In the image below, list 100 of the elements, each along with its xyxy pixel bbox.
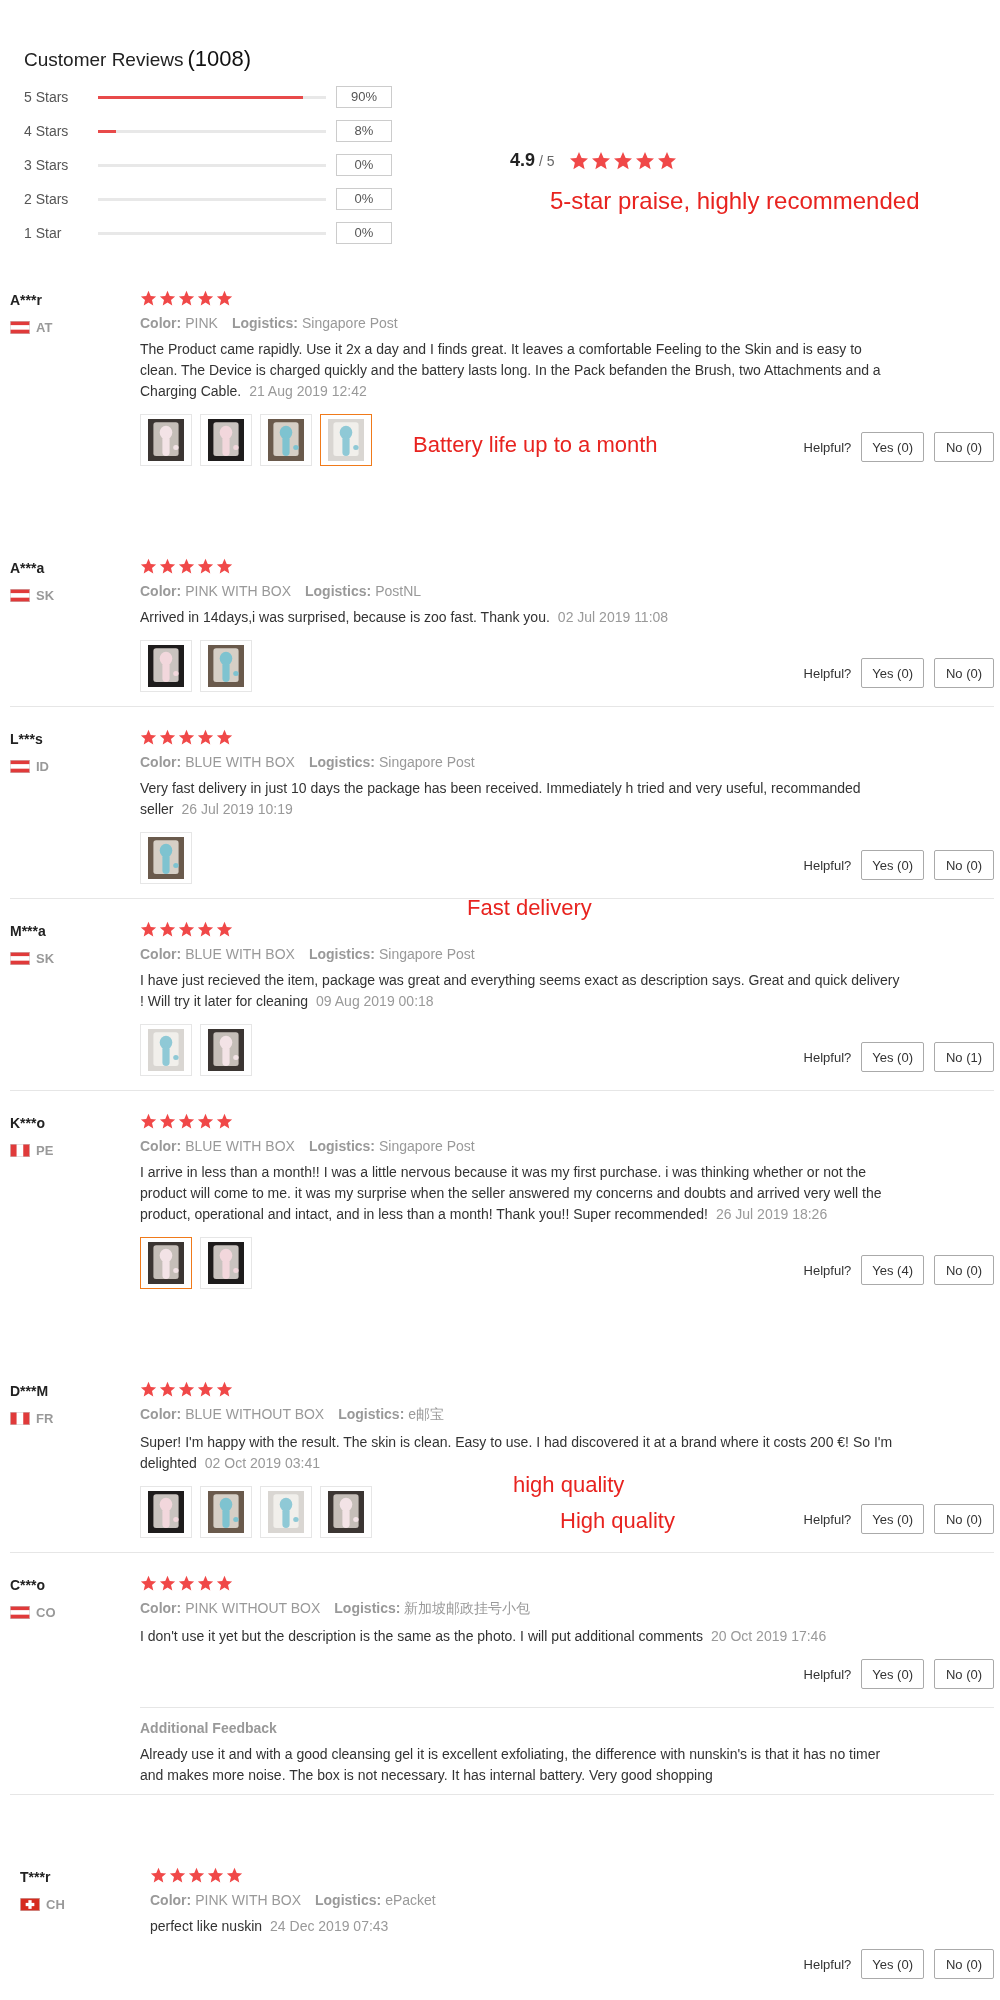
yes-vote-button[interactable]: Yes (0) bbox=[861, 1659, 924, 1689]
annotation-text: high quality bbox=[513, 1472, 625, 1498]
logistics-value: 新加坡邮政挂号小包 bbox=[404, 1600, 531, 1616]
meta-label: Logistics: bbox=[315, 1892, 382, 1908]
color-value: PINK WITH BOX bbox=[195, 1892, 301, 1908]
percent-label: 0% bbox=[336, 154, 392, 176]
no-vote-button[interactable]: No (0) bbox=[934, 1659, 994, 1689]
rating-label: 5 Stars bbox=[24, 89, 70, 105]
annotation-text: 5-star praise, highly recommended bbox=[550, 187, 920, 215]
reviewer-name: C***o bbox=[10, 1577, 46, 1593]
country-code: CH bbox=[46, 1897, 65, 1912]
helpful-label: Helpful? bbox=[803, 1956, 852, 1972]
review-text: Super! I'm happy with the result. The skin is clean. Easy to use. I had discovered it at a brand where it costs 200 €! So I'm delighted 02 Oct 2019 03:41 bbox=[140, 1433, 894, 1473]
review-text: Very fast delivery in just 10 days the package has been received. Immediately h tried and very useful, recommanded seller 26 Jul 2019 10:19 bbox=[140, 779, 862, 819]
country-code: FR bbox=[36, 1411, 54, 1426]
review-text: I have just recieved the item, package was great and everything seems exact as description says. Great and quick delivery ! Will try it later for cleaning 09 Aug 2019 00:18 bbox=[140, 971, 900, 1011]
meta-label: Logistics: bbox=[334, 1600, 401, 1616]
additional-feedback-text: Already use it and with a good cleansing gel it is excellent exfoliating, the difference with nunskin's is that it has no timer and makes more noise. The box is not necessary. It has internal battery. Very good shopping bbox=[140, 1745, 882, 1785]
additional-feedback-title: Additional Feedback bbox=[140, 1720, 278, 1736]
no-vote-button[interactable]: No (0) bbox=[934, 850, 994, 880]
logistics-value: Singapore Post bbox=[379, 754, 475, 770]
logistics-value: Singapore Post bbox=[379, 946, 475, 962]
country-code: SK bbox=[36, 951, 55, 966]
meta-label: Logistics: bbox=[308, 1138, 376, 1154]
country-code: ID bbox=[36, 759, 49, 774]
rating-label: 3 Stars bbox=[24, 157, 70, 173]
review-text: perfect like nuskin 24 Dec 2019 07:43 bbox=[150, 1917, 390, 1936]
no-vote-button[interactable]: No (0) bbox=[934, 1255, 994, 1285]
color-value: BLUE WITHOUT BOX bbox=[185, 1406, 325, 1422]
star-icon bbox=[216, 921, 233, 938]
yes-vote-button[interactable]: Yes (4) bbox=[861, 1255, 924, 1285]
star-icon bbox=[216, 290, 233, 307]
flag-icon bbox=[10, 321, 30, 334]
meta-label: Logistics: bbox=[305, 583, 372, 599]
color-value: PINK bbox=[185, 315, 218, 331]
star-icon bbox=[197, 558, 214, 575]
flag-icon bbox=[10, 1606, 30, 1619]
flag-icon bbox=[10, 1144, 30, 1157]
no-vote-button[interactable]: No (0) bbox=[934, 432, 994, 462]
star-icon bbox=[178, 921, 195, 938]
helpful-label: Helpful? bbox=[803, 665, 852, 681]
meta-label: Color: bbox=[150, 1892, 192, 1908]
star-icon bbox=[159, 1381, 176, 1398]
star-icon bbox=[178, 1113, 195, 1130]
photo-thumbnail[interactable] bbox=[140, 1237, 192, 1289]
country-code: CO bbox=[36, 1605, 56, 1620]
star-icon bbox=[612, 150, 633, 171]
no-vote-button[interactable]: No (0) bbox=[934, 658, 994, 688]
star-icon bbox=[634, 150, 655, 171]
photo-thumbnail[interactable] bbox=[320, 414, 372, 466]
star-icon bbox=[178, 1575, 195, 1592]
star-icon bbox=[188, 1867, 205, 1884]
yes-vote-button[interactable]: Yes (0) bbox=[861, 850, 924, 880]
meta-label: Color: bbox=[140, 583, 182, 599]
star-icon bbox=[159, 1113, 176, 1130]
helpful-label: Helpful? bbox=[803, 1511, 852, 1527]
star-icon bbox=[140, 729, 157, 746]
yes-vote-button[interactable]: Yes (0) bbox=[861, 1949, 924, 1979]
average-score: 4.9 bbox=[510, 150, 536, 171]
no-vote-button[interactable]: No (0) bbox=[934, 1949, 994, 1979]
star-icon bbox=[140, 1575, 157, 1592]
percent-label: 0% bbox=[336, 188, 392, 210]
country-code: PE bbox=[36, 1143, 54, 1158]
yes-vote-button[interactable]: Yes (0) bbox=[861, 432, 924, 462]
yes-vote-button[interactable]: Yes (0) bbox=[861, 1042, 924, 1072]
star-icon bbox=[178, 290, 195, 307]
yes-vote-button[interactable]: Yes (0) bbox=[861, 1504, 924, 1534]
star-icon bbox=[140, 1113, 157, 1130]
star-icon bbox=[197, 1113, 214, 1130]
no-vote-button[interactable]: No (1) bbox=[934, 1042, 994, 1072]
meta-label: Color: bbox=[140, 946, 182, 962]
reviewer-name: M***a bbox=[10, 923, 47, 939]
meta-label: Color: bbox=[140, 754, 182, 770]
no-vote-button[interactable]: No (0) bbox=[934, 1504, 994, 1534]
star-icon bbox=[197, 921, 214, 938]
star-icon bbox=[197, 729, 214, 746]
yes-vote-button[interactable]: Yes (0) bbox=[861, 658, 924, 688]
helpful-label: Helpful? bbox=[803, 1666, 852, 1682]
flag-icon bbox=[10, 589, 30, 602]
review-text: Arrived in 14days,i was surprised, because is zoo fast. Thank you. 02 Jul 2019 11:08 bbox=[140, 608, 670, 627]
score-scale: / 5 bbox=[539, 152, 555, 169]
star-icon bbox=[216, 1113, 233, 1130]
meta-label: Color: bbox=[140, 1600, 182, 1616]
star-icon bbox=[197, 1575, 214, 1592]
rating-label: 2 Stars bbox=[24, 191, 70, 207]
star-icon bbox=[656, 150, 677, 171]
review-count: (1008) bbox=[187, 46, 252, 72]
annotation-text: High quality bbox=[560, 1508, 675, 1534]
rating-label: 1 Star bbox=[24, 225, 63, 241]
star-icon bbox=[590, 150, 611, 171]
color-value: BLUE WITH BOX bbox=[185, 754, 295, 770]
percent-label: 90% bbox=[336, 86, 392, 108]
star-icon bbox=[216, 1381, 233, 1398]
flag-icon bbox=[10, 1412, 30, 1425]
color-value: PINK WITHOUT BOX bbox=[185, 1600, 321, 1616]
meta-label: Color: bbox=[140, 1406, 182, 1422]
country-code: AT bbox=[36, 320, 53, 335]
star-icon bbox=[159, 729, 176, 746]
reviewer-name: K***o bbox=[10, 1115, 46, 1131]
logistics-value: Singapore Post bbox=[302, 315, 398, 331]
